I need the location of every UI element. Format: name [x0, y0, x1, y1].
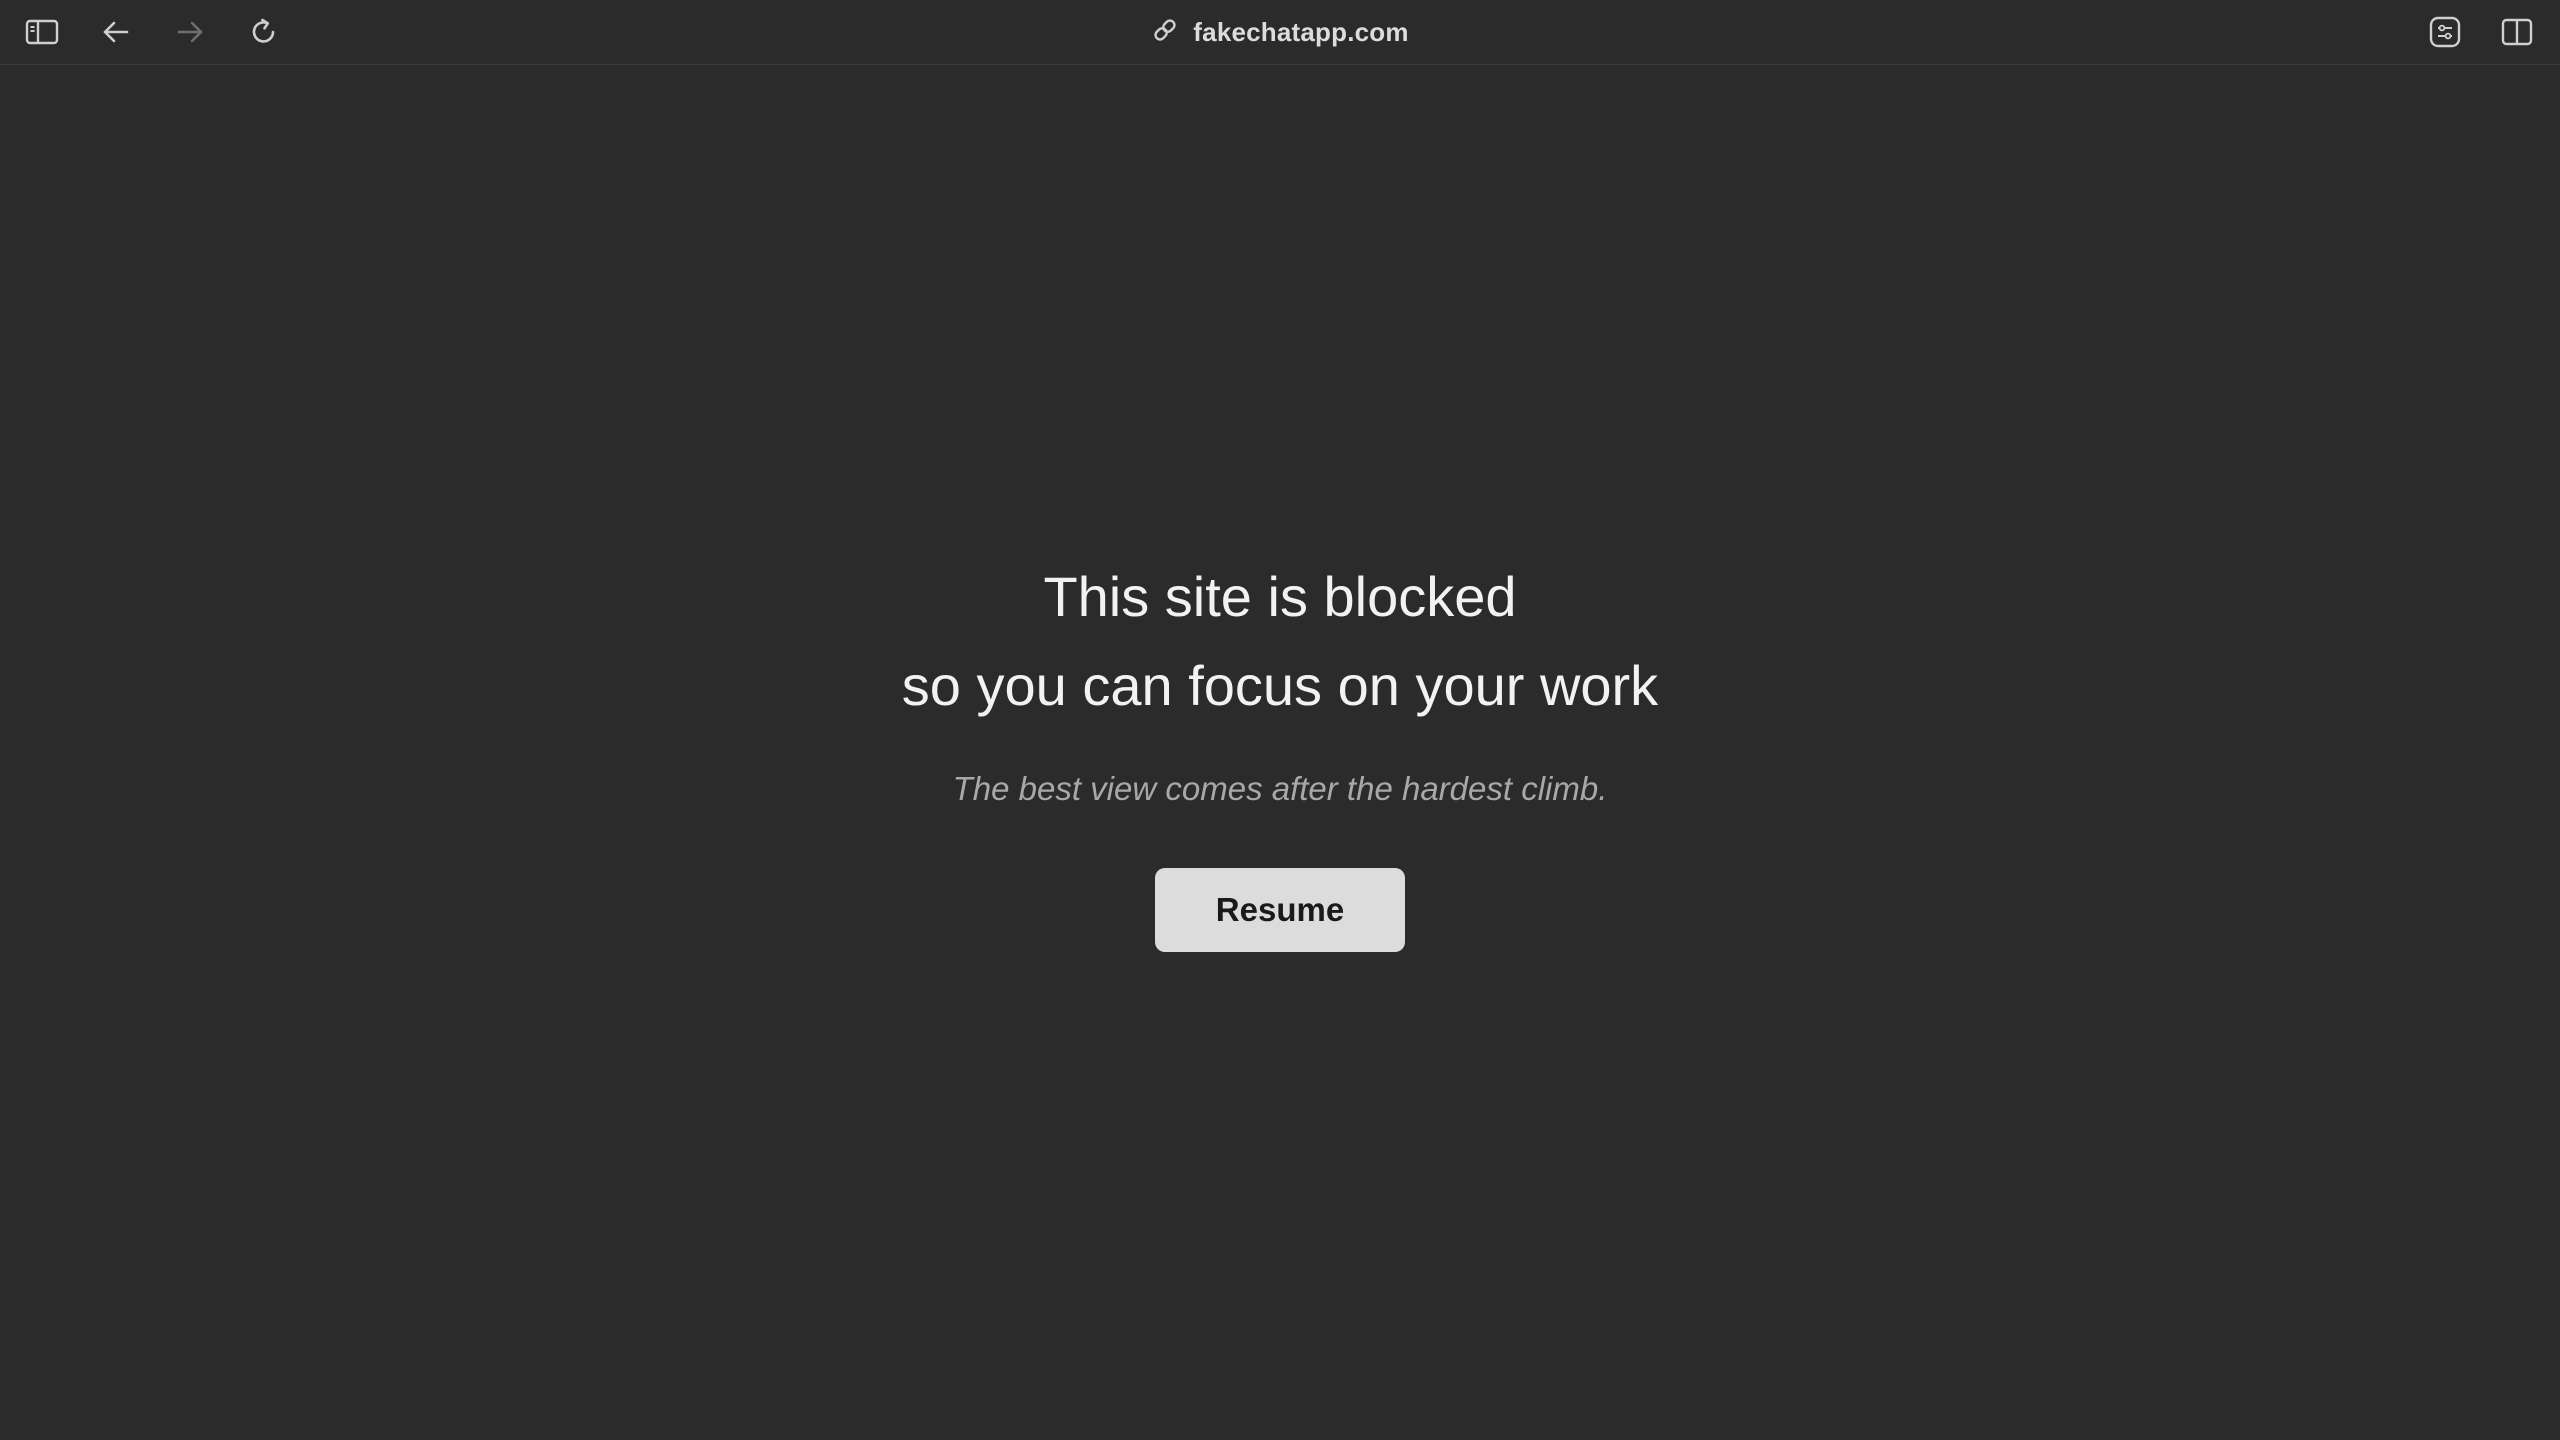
arrow-right-icon — [175, 18, 205, 46]
back-button[interactable] — [96, 12, 136, 52]
browser-toolbar: fakechatapp.com — [0, 0, 2560, 65]
sliders-icon — [2429, 16, 2461, 48]
arrow-left-icon — [101, 18, 131, 46]
sidebar-toggle-button[interactable] — [22, 12, 62, 52]
forward-button[interactable] — [170, 12, 210, 52]
resume-button[interactable]: Resume — [1155, 868, 1405, 952]
blocked-page: This site is blocked so you can focus on… — [0, 65, 2560, 1440]
extension-button[interactable] — [2425, 12, 2465, 52]
headline-line-2: so you can focus on your work — [901, 654, 1659, 717]
address-bar[interactable]: fakechatapp.com — [1080, 12, 1480, 52]
reload-icon — [249, 17, 279, 47]
headline-line-1: This site is blocked — [1043, 565, 1517, 628]
reload-button[interactable] — [244, 12, 284, 52]
link-icon — [1151, 16, 1179, 49]
address-url: fakechatapp.com — [1193, 16, 1409, 47]
sidebar-icon — [25, 18, 59, 46]
motivational-quote: The best view comes after the hardest cl… — [952, 770, 1608, 807]
split-view-button[interactable] — [2497, 12, 2537, 52]
split-view-icon — [2501, 17, 2533, 47]
